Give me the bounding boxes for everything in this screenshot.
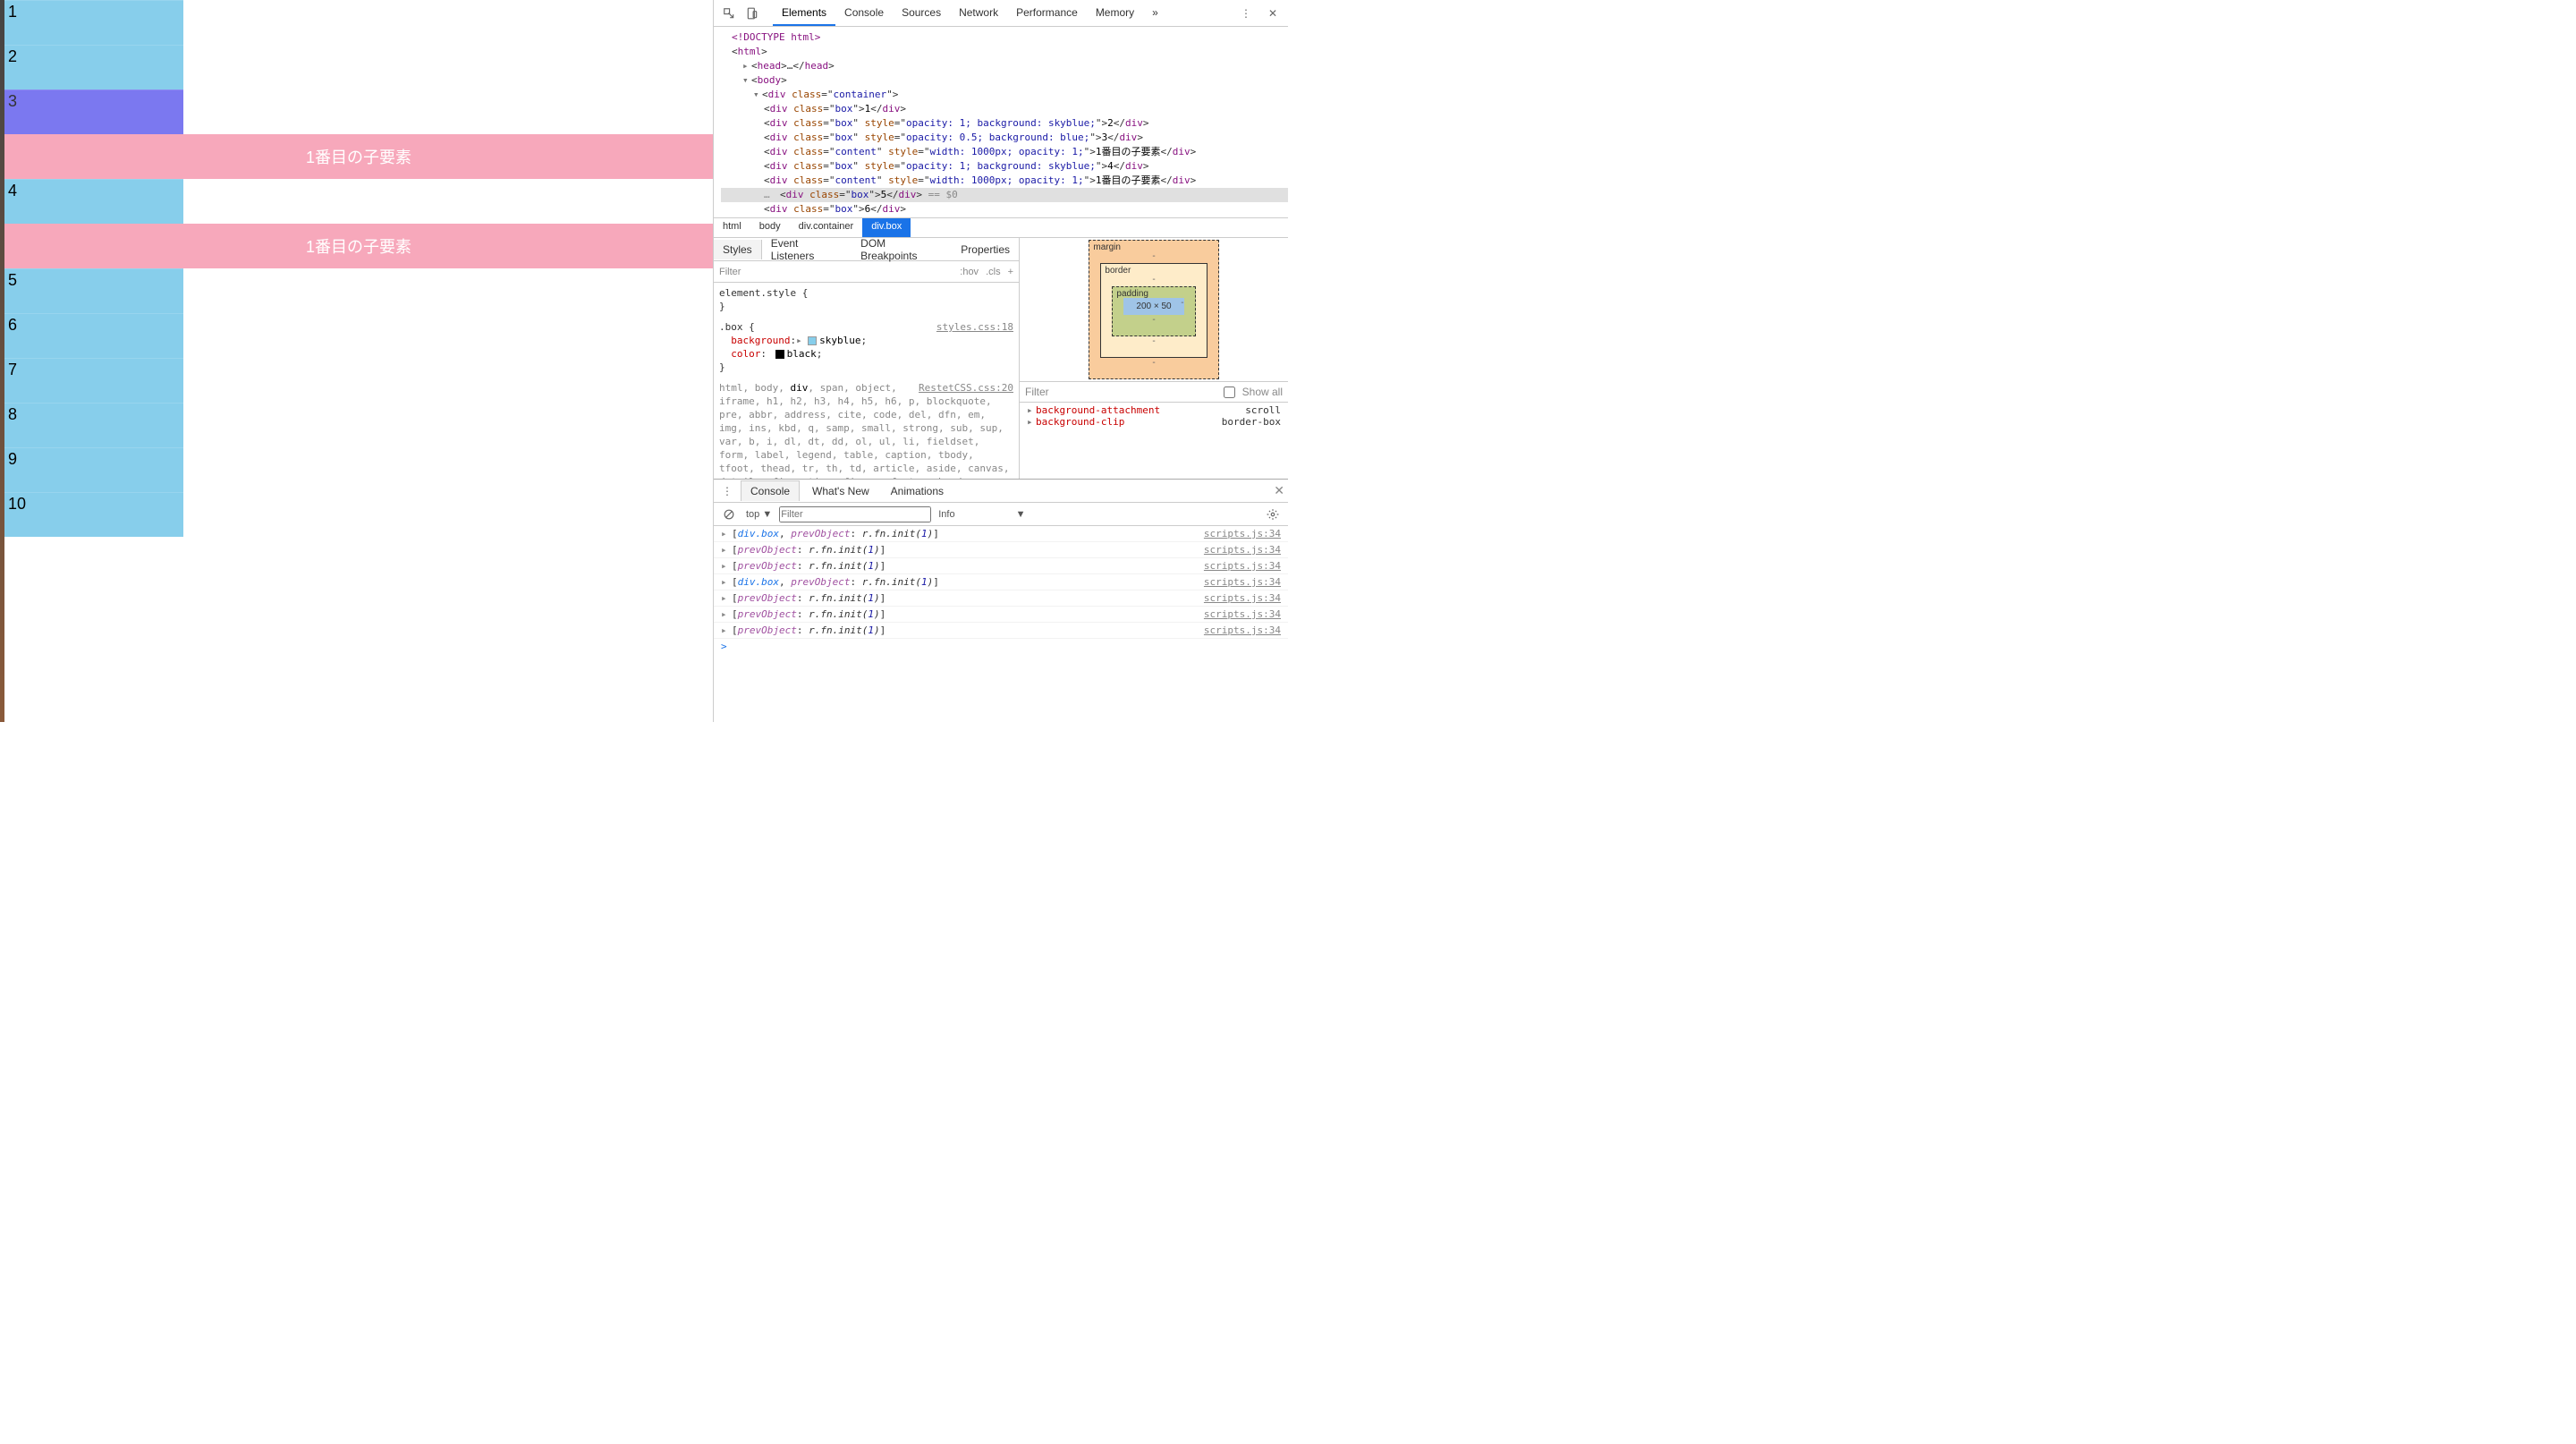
breadcrumb: html body div.container div.box: [714, 217, 1288, 237]
tab-network[interactable]: Network: [950, 1, 1007, 26]
box-5: 5: [4, 268, 183, 313]
styles-rules[interactable]: element.style { } styles.css:18 .box { ba…: [714, 283, 1019, 479]
computed-list[interactable]: ▸background-attachmentscroll▸background-…: [1020, 403, 1288, 479]
styles-left: Styles Event Listeners DOM Breakpoints P…: [714, 238, 1020, 479]
show-all-label: Show all: [1242, 386, 1283, 398]
computed-filter-row: Filter Show all: [1020, 381, 1288, 403]
bc-box[interactable]: div.box: [862, 218, 911, 237]
content-row-2: 1番目の子要素: [4, 224, 713, 268]
border-label: border: [1105, 266, 1131, 276]
color-val[interactable]: black: [787, 348, 817, 360]
device-mode-icon[interactable]: [742, 4, 762, 23]
styles-filter-input[interactable]: Filter: [719, 267, 741, 277]
color-prop: color: [731, 348, 760, 360]
reset-selector-list: html, body, div, span, object, iframe, h…: [719, 381, 1013, 479]
skyblue-swatch-icon[interactable]: [808, 336, 817, 345]
close-devtools-icon[interactable]: ✕: [1263, 4, 1283, 23]
box-model-dim: 200 × 50: [1123, 298, 1183, 315]
tab-sources[interactable]: Sources: [893, 1, 950, 26]
tab-styles[interactable]: Styles: [714, 240, 762, 259]
element-style-open: element.style {: [719, 287, 808, 299]
margin-label: margin: [1093, 242, 1121, 252]
page-edge: [0, 0, 4, 722]
new-rule-button[interactable]: +: [1008, 267, 1013, 277]
styles-filter-row: Filter :hov .cls +: [714, 261, 1019, 283]
console-body[interactable]: ▸[div.box, prevObject: r.fn.init(1)]scri…: [714, 526, 1288, 722]
devtools-tabs: Elements Console Sources Network Perform…: [773, 1, 1233, 26]
box-9: 9: [4, 447, 183, 492]
drawer-tab-animations[interactable]: Animations: [882, 481, 953, 501]
hov-toggle[interactable]: :hov: [960, 267, 979, 277]
bc-body[interactable]: body: [750, 218, 790, 237]
drawer-menu-icon[interactable]: ⋮: [717, 481, 737, 501]
tab-properties[interactable]: Properties: [952, 240, 1019, 259]
close-brace-2: }: [719, 361, 1013, 374]
styles-row: Styles Event Listeners DOM Breakpoints P…: [714, 237, 1288, 479]
context-select[interactable]: top ▼: [746, 509, 772, 520]
tab-performance[interactable]: Performance: [1007, 1, 1087, 26]
box-8: 8: [4, 403, 183, 447]
page-container: 1 2 3 1番目の子要素 4 1番目の子要素 5 6 7 8 9 10: [0, 0, 713, 537]
box-rule-source[interactable]: styles.css:18: [936, 320, 1013, 334]
page-panel: 1 2 3 1番目の子要素 4 1番目の子要素 5 6 7 8 9 10: [0, 0, 713, 722]
padding-bottom-dash: -: [1123, 315, 1183, 325]
elements-body: <!DOCTYPE html><html>▸<head>…</head>▾<bo…: [714, 27, 1288, 237]
box-10: 10: [4, 492, 183, 537]
level-dropdown-icon[interactable]: ▼: [1016, 509, 1026, 520]
padding-right-dash: -: [1181, 298, 1183, 308]
margin-top-dash: -: [1100, 251, 1207, 263]
dom-tree[interactable]: <!DOCTYPE html><html>▸<head>…</head>▾<bo…: [714, 27, 1288, 217]
box-rule-selector: .box {: [719, 321, 755, 333]
bg-val[interactable]: skyblue: [819, 335, 860, 346]
reset-rule-source[interactable]: RestetCSS.css:20: [919, 381, 1013, 395]
clear-console-icon[interactable]: [719, 505, 739, 524]
box-4: 4: [4, 179, 183, 224]
drawer-tab-whatsnew[interactable]: What's New: [803, 481, 878, 501]
border-top-dash: -: [1112, 275, 1195, 286]
border-bottom-dash: -: [1112, 336, 1195, 346]
console-settings-icon[interactable]: [1263, 505, 1283, 524]
box-1: 1: [4, 0, 183, 45]
console-filter-input[interactable]: [779, 506, 931, 522]
close-brace-1: }: [719, 300, 1013, 313]
content-row-1: 1番目の子要素: [4, 134, 713, 179]
bc-container[interactable]: div.container: [790, 218, 863, 237]
tab-elements[interactable]: Elements: [773, 1, 835, 26]
log-level-select[interactable]: Info: [938, 509, 954, 520]
styles-tabs: Styles Event Listeners DOM Breakpoints P…: [714, 238, 1019, 261]
margin-bottom-dash: -: [1100, 358, 1207, 368]
settings-icon[interactable]: ⋮: [1236, 4, 1256, 23]
padding-label: padding: [1116, 289, 1148, 299]
console-toolbar: top ▼ Info ▼: [714, 503, 1288, 526]
box-2: 2: [4, 45, 183, 89]
box-model[interactable]: margin - border - padding- 200 × 50 - - …: [1020, 238, 1288, 381]
drawer-tabs: ⋮ Console What's New Animations ✕: [714, 480, 1288, 503]
box-6: 6: [4, 313, 183, 358]
bc-html[interactable]: html: [714, 218, 750, 237]
devtools-panel: Elements Console Sources Network Perform…: [713, 0, 1288, 722]
box-7: 7: [4, 358, 183, 403]
tab-memory[interactable]: Memory: [1087, 1, 1143, 26]
box-3: 3: [4, 89, 183, 134]
console-drawer: ⋮ Console What's New Animations ✕ top ▼ …: [714, 479, 1288, 722]
show-all-checkbox[interactable]: [1224, 386, 1235, 398]
tab-console[interactable]: Console: [835, 1, 893, 26]
tab-more[interactable]: »: [1143, 1, 1167, 26]
bg-prop: background: [731, 335, 790, 346]
drawer-tab-console[interactable]: Console: [741, 480, 800, 501]
styles-right: margin - border - padding- 200 × 50 - - …: [1020, 238, 1288, 479]
computed-filter-input[interactable]: Filter: [1025, 386, 1049, 398]
devtools-toolbar: Elements Console Sources Network Perform…: [714, 0, 1288, 27]
drawer-close-icon[interactable]: ✕: [1274, 483, 1284, 498]
cls-toggle[interactable]: .cls: [986, 267, 1001, 277]
black-swatch-icon[interactable]: [775, 350, 784, 359]
inspect-icon[interactable]: [719, 4, 739, 23]
